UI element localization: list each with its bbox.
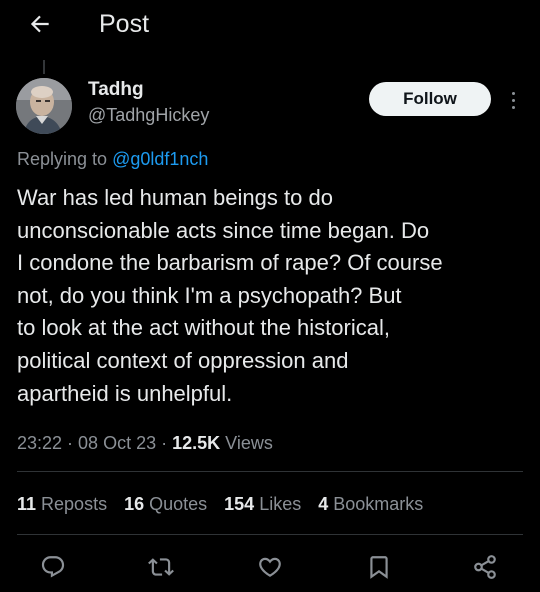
post-text-line: I condone the barbarism of rape? Of cour… [17,250,443,276]
post-text-line: not, do you think I'm a psychopath? But [17,282,402,308]
post-time[interactable]: 23:22 [17,433,62,453]
replying-prefix: Replying to [17,149,113,169]
reposts-label: Reposts [36,494,108,514]
share-button[interactable] [470,552,500,582]
engagement-stats: 11 Reposts 16 Quotes 154 Likes 4 Bookmar… [17,492,440,516]
divider [17,534,523,535]
reposts-count: 11 [17,494,37,514]
bookmarks-count: 4 [318,494,329,514]
post-text: War has led human beings to do unconscio… [17,182,527,410]
like-button[interactable] [255,552,285,582]
post-text-line: to look at the act without the historica… [17,315,390,341]
share-icon [474,555,496,579]
post-date[interactable]: 08 Oct 23 [78,433,156,453]
bookmark-button[interactable] [364,552,394,582]
more-dot [511,91,515,95]
replying-to: Replying to @g0ldf1nch [17,148,208,170]
reply-mention-link[interactable]: @g0ldf1nch [112,149,208,169]
meta-separator: · [62,433,79,453]
post-text-line: political context of oppression and [17,347,349,373]
back-button[interactable] [24,8,56,40]
reply-button[interactable] [38,552,68,582]
repost-icon [148,558,174,576]
post-metadata: 23:22 · 08 Oct 23 · 12.5K Views [17,431,273,455]
author-name[interactable]: Tadhg [88,79,144,101]
avatar[interactable] [16,78,72,134]
likes-count: 154 [224,494,255,514]
post-text-line: unconscionable acts since time began. Do [17,217,430,243]
reply-icon [41,556,65,578]
reposts-stat[interactable]: 11 Reposts [17,492,107,516]
likes-stat[interactable]: 154 Likes [224,492,301,516]
post-text-line: apartheid is unhelpful. [17,380,233,406]
repost-button[interactable] [146,552,176,582]
more-options-icon[interactable] [504,86,522,114]
meta-separator: · [156,433,173,453]
quotes-stat[interactable]: 16 Quotes [124,492,207,516]
views-count[interactable]: 12.5K [172,433,220,453]
follow-button[interactable]: Follow [369,82,491,116]
views-label[interactable]: Views [220,433,273,453]
like-icon [259,557,281,577]
bookmarks-stat[interactable]: 4 Bookmarks [318,492,423,516]
bookmark-icon [370,556,388,579]
more-dot [511,98,515,102]
back-arrow-icon [30,15,49,33]
top-bar: Post [0,0,540,52]
thread-connector-line [43,60,45,74]
quotes-count: 16 [124,494,145,514]
divider [17,471,523,472]
likes-label: Likes [254,494,302,514]
author-handle[interactable]: @TadhgHickey [88,104,209,126]
quotes-label: Quotes [144,494,208,514]
avatar-image [16,78,72,134]
post-text-line: War has led human beings to do [17,185,333,210]
page-title: Post [99,10,150,38]
more-dot [511,105,515,109]
bookmarks-label: Bookmarks [328,494,424,514]
